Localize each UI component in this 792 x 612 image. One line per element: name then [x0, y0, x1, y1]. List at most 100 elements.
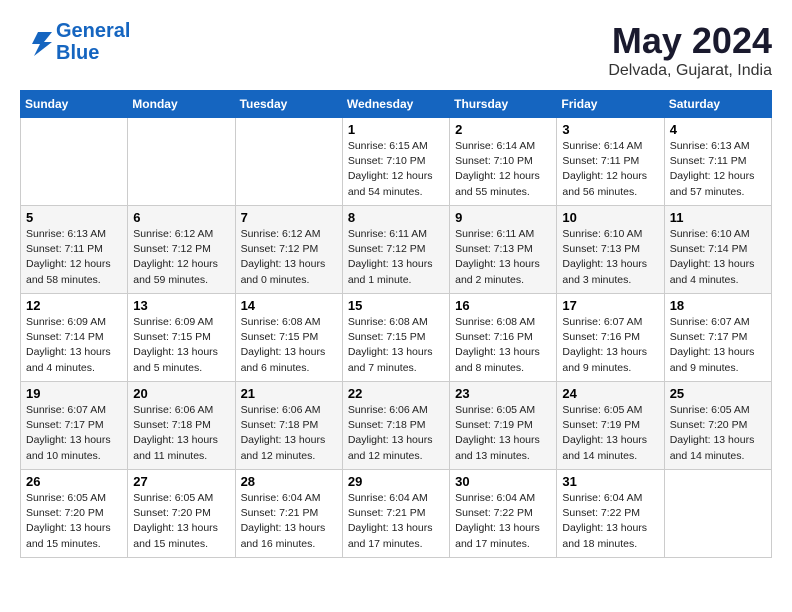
logo-icon	[20, 28, 52, 56]
calendar-cell: 9 Sunrise: 6:11 AM Sunset: 7:13 PM Daylig…	[450, 206, 557, 294]
day-detail: Sunrise: 6:06 AM Sunset: 7:18 PM Dayligh…	[241, 403, 337, 464]
day-detail: Sunrise: 6:04 AM Sunset: 7:22 PM Dayligh…	[455, 491, 551, 552]
day-number: 6	[133, 210, 229, 225]
weekday-header-tuesday: Tuesday	[235, 91, 342, 118]
calendar-cell: 14 Sunrise: 6:08 AM Sunset: 7:15 PM Dayli…	[235, 294, 342, 382]
page-header: General Blue May 2024 Delvada, Gujarat, …	[20, 20, 772, 80]
calendar-cell: 22 Sunrise: 6:06 AM Sunset: 7:18 PM Dayli…	[342, 382, 449, 470]
calendar-week-row: 5 Sunrise: 6:13 AM Sunset: 7:11 PM Daylig…	[21, 206, 772, 294]
calendar-cell: 31Sunrise: 6:04 AM Sunset: 7:22 PM Dayli…	[557, 470, 664, 558]
day-detail: Sunrise: 6:06 AM Sunset: 7:18 PM Dayligh…	[133, 403, 229, 464]
day-number: 24	[562, 386, 658, 401]
day-number: 11	[670, 210, 766, 225]
day-detail: Sunrise: 6:12 AM Sunset: 7:12 PM Dayligh…	[133, 227, 229, 288]
calendar-cell: 15 Sunrise: 6:08 AM Sunset: 7:15 PM Dayli…	[342, 294, 449, 382]
day-number: 22	[348, 386, 444, 401]
weekday-header-row: SundayMondayTuesdayWednesdayThursdayFrid…	[21, 91, 772, 118]
calendar-table: SundayMondayTuesdayWednesdayThursdayFrid…	[20, 90, 772, 558]
calendar-cell: 19Sunrise: 6:07 AM Sunset: 7:17 PM Dayli…	[21, 382, 128, 470]
day-detail: Sunrise: 6:05 AM Sunset: 7:20 PM Dayligh…	[26, 491, 122, 552]
day-number: 13	[133, 298, 229, 313]
day-detail: Sunrise: 6:11 AM Sunset: 7:13 PM Dayligh…	[455, 227, 551, 288]
day-number: 8	[348, 210, 444, 225]
day-detail: Sunrise: 6:13 AM Sunset: 7:11 PM Dayligh…	[26, 227, 122, 288]
calendar-cell: 13 Sunrise: 6:09 AM Sunset: 7:15 PM Dayli…	[128, 294, 235, 382]
day-number: 9	[455, 210, 551, 225]
day-detail: Sunrise: 6:04 AM Sunset: 7:21 PM Dayligh…	[348, 491, 444, 552]
day-detail: Sunrise: 6:07 AM Sunset: 7:17 PM Dayligh…	[670, 315, 766, 376]
day-detail: Sunrise: 6:08 AM Sunset: 7:16 PM Dayligh…	[455, 315, 551, 376]
day-detail: Sunrise: 6:05 AM Sunset: 7:20 PM Dayligh…	[670, 403, 766, 464]
day-number: 14	[241, 298, 337, 313]
day-number: 23	[455, 386, 551, 401]
calendar-cell: 8 Sunrise: 6:11 AM Sunset: 7:12 PM Daylig…	[342, 206, 449, 294]
day-number: 27	[133, 474, 229, 489]
day-number: 10	[562, 210, 658, 225]
calendar-cell: 30 Sunrise: 6:04 AM Sunset: 7:22 PM Dayli…	[450, 470, 557, 558]
calendar-cell: 26 Sunrise: 6:05 AM Sunset: 7:20 PM Dayli…	[21, 470, 128, 558]
day-number: 25	[670, 386, 766, 401]
weekday-header-thursday: Thursday	[450, 91, 557, 118]
calendar-cell: 24 Sunrise: 6:05 AM Sunset: 7:19 PM Dayli…	[557, 382, 664, 470]
calendar-week-row: 12 Sunrise: 6:09 AM Sunset: 7:14 PM Dayli…	[21, 294, 772, 382]
day-number: 28	[241, 474, 337, 489]
logo: General Blue	[20, 20, 130, 64]
day-number: 17	[562, 298, 658, 313]
calendar-cell: 7Sunrise: 6:12 AM Sunset: 7:12 PM Daylig…	[235, 206, 342, 294]
day-detail: Sunrise: 6:10 AM Sunset: 7:14 PM Dayligh…	[670, 227, 766, 288]
calendar-week-row: 1 Sunrise: 6:15 AM Sunset: 7:10 PM Daylig…	[21, 118, 772, 206]
logo-line1: General	[56, 20, 130, 42]
day-number: 12	[26, 298, 122, 313]
weekday-header-saturday: Saturday	[664, 91, 771, 118]
day-detail: Sunrise: 6:08 AM Sunset: 7:15 PM Dayligh…	[348, 315, 444, 376]
day-number: 20	[133, 386, 229, 401]
day-number: 16	[455, 298, 551, 313]
calendar-cell: 28Sunrise: 6:04 AM Sunset: 7:21 PM Dayli…	[235, 470, 342, 558]
day-detail: Sunrise: 6:07 AM Sunset: 7:16 PM Dayligh…	[562, 315, 658, 376]
day-number: 21	[241, 386, 337, 401]
day-detail: Sunrise: 6:14 AM Sunset: 7:11 PM Dayligh…	[562, 139, 658, 200]
calendar-cell: 29 Sunrise: 6:04 AM Sunset: 7:21 PM Dayli…	[342, 470, 449, 558]
calendar-cell	[664, 470, 771, 558]
day-number: 29	[348, 474, 444, 489]
day-number: 5	[26, 210, 122, 225]
calendar-cell: 17 Sunrise: 6:07 AM Sunset: 7:16 PM Dayli…	[557, 294, 664, 382]
day-detail: Sunrise: 6:09 AM Sunset: 7:14 PM Dayligh…	[26, 315, 122, 376]
day-number: 15	[348, 298, 444, 313]
day-detail: Sunrise: 6:15 AM Sunset: 7:10 PM Dayligh…	[348, 139, 444, 200]
weekday-header-friday: Friday	[557, 91, 664, 118]
location: Delvada, Gujarat, India	[608, 62, 772, 80]
day-detail: Sunrise: 6:05 AM Sunset: 7:20 PM Dayligh…	[133, 491, 229, 552]
calendar-cell: 5 Sunrise: 6:13 AM Sunset: 7:11 PM Daylig…	[21, 206, 128, 294]
day-number: 26	[26, 474, 122, 489]
day-number: 1	[348, 122, 444, 137]
calendar-cell: 4Sunrise: 6:13 AM Sunset: 7:11 PM Daylig…	[664, 118, 771, 206]
day-detail: Sunrise: 6:04 AM Sunset: 7:22 PM Dayligh…	[562, 491, 658, 552]
day-detail: Sunrise: 6:14 AM Sunset: 7:10 PM Dayligh…	[455, 139, 551, 200]
day-number: 30	[455, 474, 551, 489]
day-number: 3	[562, 122, 658, 137]
month-year: May 2024	[608, 20, 772, 62]
day-detail: Sunrise: 6:09 AM Sunset: 7:15 PM Dayligh…	[133, 315, 229, 376]
day-number: 2	[455, 122, 551, 137]
calendar-cell: 6 Sunrise: 6:12 AM Sunset: 7:12 PM Daylig…	[128, 206, 235, 294]
day-detail: Sunrise: 6:05 AM Sunset: 7:19 PM Dayligh…	[562, 403, 658, 464]
day-detail: Sunrise: 6:07 AM Sunset: 7:17 PM Dayligh…	[26, 403, 122, 464]
day-detail: Sunrise: 6:06 AM Sunset: 7:18 PM Dayligh…	[348, 403, 444, 464]
calendar-cell: 25 Sunrise: 6:05 AM Sunset: 7:20 PM Dayli…	[664, 382, 771, 470]
calendar-cell: 11 Sunrise: 6:10 AM Sunset: 7:14 PM Dayli…	[664, 206, 771, 294]
calendar-cell	[235, 118, 342, 206]
calendar-cell: 18Sunrise: 6:07 AM Sunset: 7:17 PM Dayli…	[664, 294, 771, 382]
calendar-cell: 3 Sunrise: 6:14 AM Sunset: 7:11 PM Daylig…	[557, 118, 664, 206]
calendar-cell: 27 Sunrise: 6:05 AM Sunset: 7:20 PM Dayli…	[128, 470, 235, 558]
day-number: 7	[241, 210, 337, 225]
day-detail: Sunrise: 6:11 AM Sunset: 7:12 PM Dayligh…	[348, 227, 444, 288]
calendar-week-row: 26 Sunrise: 6:05 AM Sunset: 7:20 PM Dayli…	[21, 470, 772, 558]
weekday-header-sunday: Sunday	[21, 91, 128, 118]
day-detail: Sunrise: 6:08 AM Sunset: 7:15 PM Dayligh…	[241, 315, 337, 376]
calendar-cell: 21 Sunrise: 6:06 AM Sunset: 7:18 PM Dayli…	[235, 382, 342, 470]
calendar-cell: 2 Sunrise: 6:14 AM Sunset: 7:10 PM Daylig…	[450, 118, 557, 206]
calendar-cell: 16 Sunrise: 6:08 AM Sunset: 7:16 PM Dayli…	[450, 294, 557, 382]
weekday-header-wednesday: Wednesday	[342, 91, 449, 118]
calendar-week-row: 19Sunrise: 6:07 AM Sunset: 7:17 PM Dayli…	[21, 382, 772, 470]
